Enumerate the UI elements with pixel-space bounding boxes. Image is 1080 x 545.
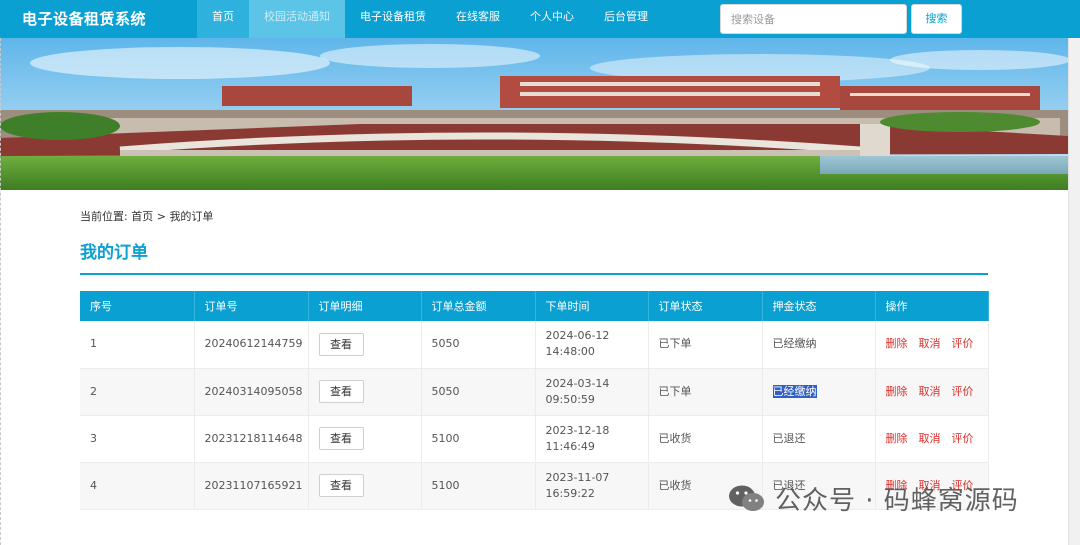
table-row: 2 20240314095058 查看 5050 2024-03-14 09:5…	[80, 368, 989, 416]
cell-no: 4	[80, 462, 195, 510]
cell-detail: 查看	[308, 415, 422, 463]
table-row: 3 20231218114648 查看 5100 2023-12-18 11:4…	[80, 415, 989, 463]
delete-link[interactable]: 删除	[886, 432, 908, 445]
breadcrumb-separator: >	[156, 210, 166, 223]
breadcrumb-current: 我的订单	[169, 210, 214, 223]
cell-no: 2	[80, 368, 195, 416]
nav-item-admin[interactable]: 后台管理	[589, 0, 663, 38]
cell-order-id: 20240612144759	[194, 321, 309, 369]
column-header-detail: 订单明细	[308, 291, 422, 321]
cell-actions: 删除 取消 评价	[875, 368, 989, 416]
column-header-actions: 操作	[875, 291, 989, 321]
nav-item-campus-notice[interactable]: 校园活动通知	[249, 0, 345, 38]
watermark: 公众号 · 码蜂窝源码	[727, 480, 1019, 517]
review-link[interactable]: 评价	[952, 432, 974, 445]
cell-time: 2023-12-18 11:46:49	[535, 415, 649, 463]
cell-time: 2024-03-14 09:50:59	[535, 368, 649, 416]
review-link[interactable]: 评价	[952, 337, 974, 350]
delete-link[interactable]: 删除	[886, 337, 908, 350]
watermark-text: 公众号 · 码蜂窝源码	[775, 486, 1019, 516]
cell-amount: 5100	[421, 415, 536, 463]
breadcrumb-home-link[interactable]: 首页	[131, 210, 153, 223]
wechat-icon	[729, 485, 764, 511]
cancel-link[interactable]: 取消	[919, 385, 941, 398]
cell-order-id: 20231218114648	[194, 415, 309, 463]
delete-link[interactable]: 删除	[886, 385, 908, 398]
view-detail-button[interactable]: 查看	[318, 380, 364, 403]
cell-time: 2024-06-12 14:48:00	[535, 321, 649, 369]
breadcrumb: 当前位置: 首页 > 我的订单	[80, 208, 213, 224]
nav-item-device-rental[interactable]: 电子设备租赁	[345, 0, 441, 38]
cell-time: 2023-11-07 16:59:22	[535, 462, 649, 510]
table-header-row: 序号 订单号 订单明细 订单总金额 下单时间 订单状态 押金状态 操作	[80, 291, 989, 321]
column-header-no: 序号	[80, 291, 195, 321]
column-header-time: 下单时间	[535, 291, 649, 321]
cell-actions: 删除 取消 评价	[875, 321, 989, 369]
cell-order-id: 20231107165921	[194, 462, 309, 510]
view-detail-button[interactable]: 查看	[318, 474, 364, 497]
search-button[interactable]: 搜索	[911, 4, 962, 34]
nav-item-home[interactable]: 首页	[197, 0, 249, 38]
view-detail-button[interactable]: 查看	[318, 332, 364, 356]
campus-banner-illustration	[0, 38, 1068, 190]
top-navbar: 电子设备租赁系统 首页 校园活动通知 电子设备租赁 在线客服 个人中心 后台管理…	[0, 0, 1080, 38]
title-divider	[80, 273, 988, 275]
cell-amount: 5050	[421, 368, 536, 416]
main-nav: 首页 校园活动通知 电子设备租赁 在线客服 个人中心 后台管理	[197, 0, 663, 38]
cell-status: 已下单	[648, 321, 763, 369]
breadcrumb-prefix: 当前位置:	[80, 210, 128, 223]
nav-item-online-service[interactable]: 在线客服	[441, 0, 515, 38]
page-edge-divider	[0, 38, 1, 545]
cell-amount: 5100	[421, 462, 536, 510]
column-header-order-id: 订单号	[194, 291, 309, 321]
cell-amount: 5050	[421, 321, 536, 369]
cell-actions: 删除 取消 评价	[875, 415, 989, 463]
cell-detail: 查看	[308, 462, 422, 510]
cell-status: 已收货	[648, 415, 763, 463]
cancel-link[interactable]: 取消	[919, 337, 941, 350]
page-title: 我的订单	[80, 243, 148, 263]
search-input[interactable]	[720, 4, 907, 34]
cancel-link[interactable]: 取消	[919, 432, 941, 445]
campus-banner-image	[0, 38, 1068, 190]
page-scrollbar[interactable]	[1068, 38, 1080, 545]
view-detail-button[interactable]: 查看	[318, 427, 364, 450]
review-link[interactable]: 评价	[952, 385, 974, 398]
table-row: 1 20240612144759 查看 5050 2024-06-12 14:4…	[80, 321, 989, 369]
cell-no: 3	[80, 415, 195, 463]
cell-status: 已下单	[648, 368, 763, 416]
column-header-status: 订单状态	[648, 291, 763, 321]
cell-deposit: 已经缴纳	[762, 368, 876, 416]
cell-no: 1	[80, 321, 195, 369]
nav-item-personal-center[interactable]: 个人中心	[515, 0, 589, 38]
column-header-deposit: 押金状态	[762, 291, 876, 321]
cell-detail: 查看	[308, 321, 422, 369]
cell-order-id: 20240314095058	[194, 368, 309, 416]
column-header-amount: 订单总金额	[421, 291, 536, 321]
selected-deposit-text: 已经缴纳	[772, 384, 817, 398]
orders-table: 序号 订单号 订单明细 订单总金额 下单时间 订单状态 押金状态 操作 1 20…	[80, 291, 989, 510]
cell-deposit: 已退还	[762, 415, 876, 463]
cell-detail: 查看	[308, 368, 422, 416]
cell-deposit: 已经缴纳	[762, 321, 876, 369]
site-brand[interactable]: 电子设备租赁系统	[22, 8, 146, 29]
